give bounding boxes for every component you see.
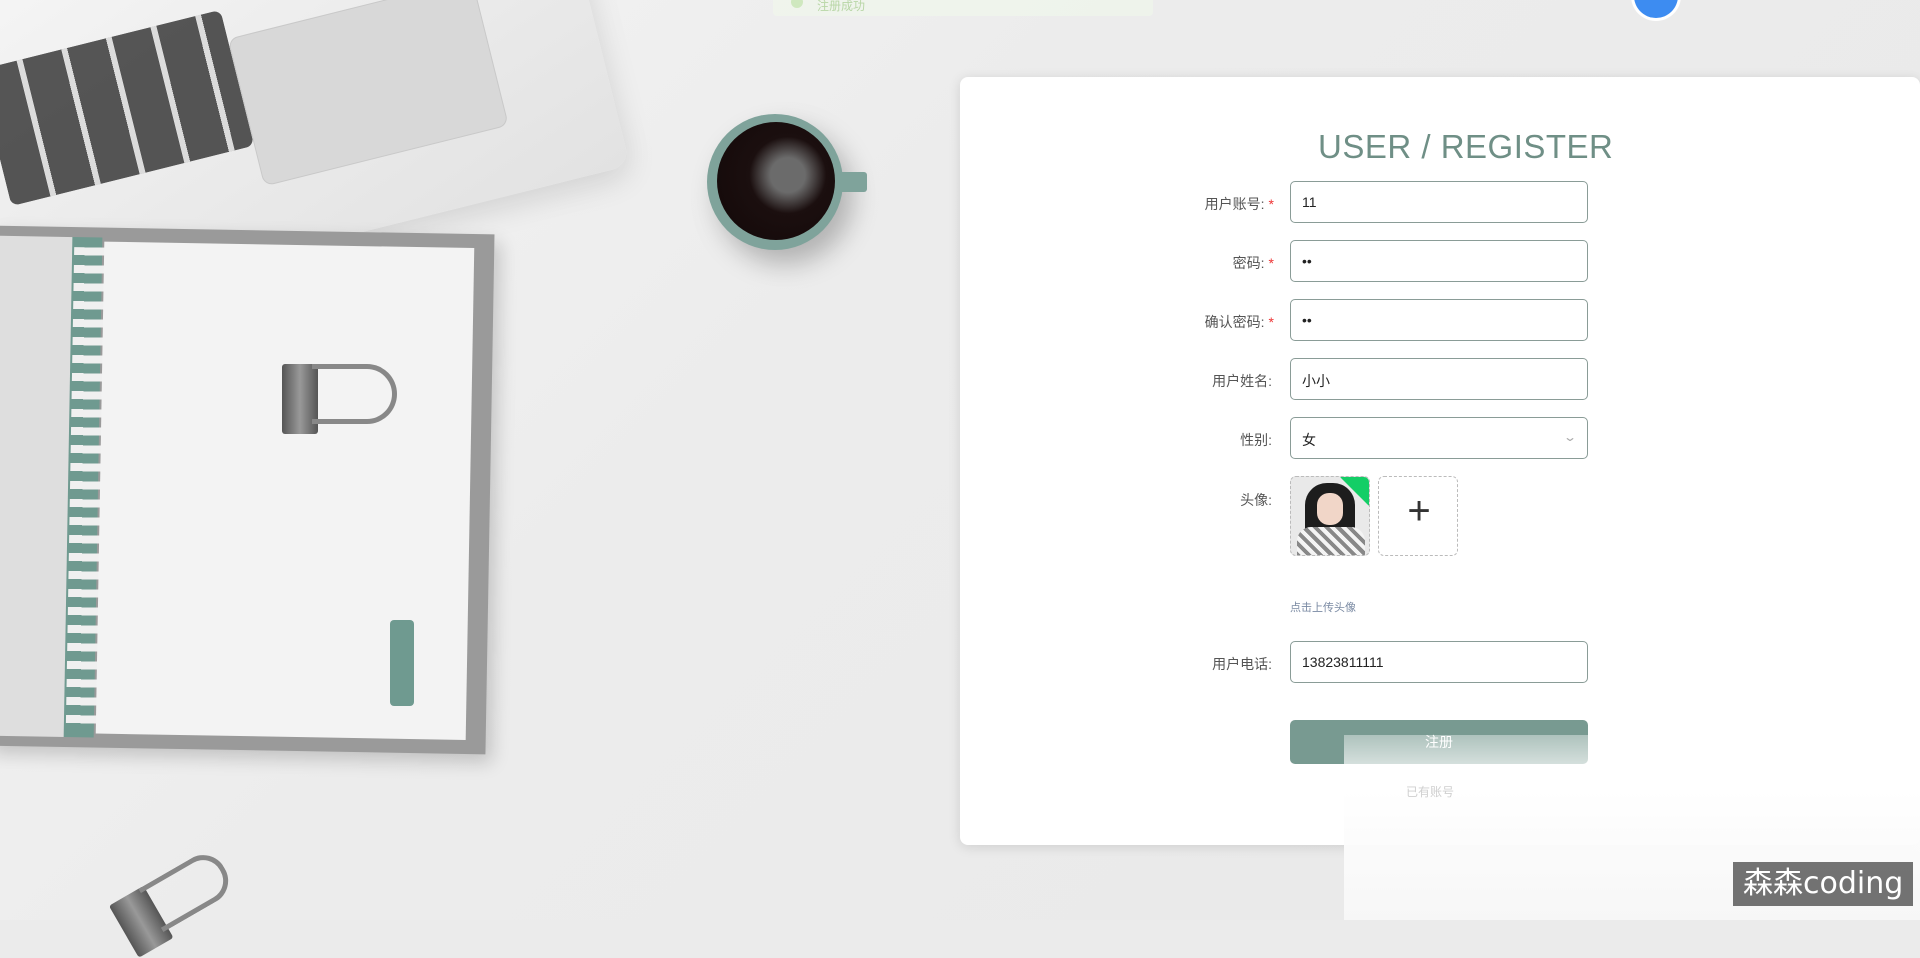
- coffee-cup-decoration: [707, 114, 867, 250]
- required-mark: *: [1268, 314, 1274, 330]
- confirm-password-label-text: 确认密码:: [1204, 314, 1265, 330]
- phone-label-text: 用户电话:: [1212, 656, 1272, 672]
- confirm-password-label: 确认密码: *: [1054, 312, 1274, 332]
- account-value: 11: [1302, 194, 1317, 210]
- gender-label: 性别:: [1052, 430, 1272, 450]
- eraser-decoration: [390, 620, 414, 706]
- phone-input[interactable]: 13823811111: [1290, 641, 1588, 683]
- name-label-text: 用户姓名:: [1212, 373, 1272, 389]
- confirm-password-value: ••: [1302, 312, 1312, 328]
- required-mark: *: [1268, 196, 1274, 212]
- name-label: 用户姓名:: [1052, 371, 1272, 391]
- coffee: [717, 122, 835, 240]
- gender-select[interactable]: 女 ⌄: [1290, 417, 1588, 459]
- avatar-face: [1317, 493, 1343, 525]
- avatar-shirt: [1297, 527, 1365, 555]
- cup-handle: [839, 172, 867, 192]
- avatar-preview[interactable]: [1290, 476, 1370, 556]
- keyboard-decoration: [0, 9, 255, 207]
- binder-clip-decoration: [282, 356, 397, 436]
- page-title: USER / REGISTER: [1318, 128, 1614, 165]
- gender-label-text: 性别:: [1240, 432, 1272, 448]
- password-value: ••: [1302, 253, 1312, 269]
- account-label: 用户账号: *: [1054, 194, 1274, 214]
- phone-value: 13823811111: [1302, 654, 1384, 670]
- clip-wire: [312, 364, 397, 424]
- notebook-page-right: [95, 241, 475, 740]
- name-input[interactable]: 小小: [1290, 358, 1588, 400]
- notebook-decoration: [0, 225, 495, 755]
- toast-text: 注册成功: [817, 0, 866, 13]
- chevron-down-icon: ⌄: [1562, 430, 1578, 444]
- account-input[interactable]: 11: [1290, 181, 1588, 223]
- name-value: 小小: [1302, 373, 1330, 389]
- login-link[interactable]: 已有账号: [1406, 783, 1454, 800]
- success-check-icon: [791, 0, 803, 8]
- plus-icon: +: [1407, 489, 1431, 533]
- phone-label: 用户电话:: [1052, 654, 1272, 674]
- notebook-page-left: [0, 235, 75, 737]
- trackpad-decoration: [227, 0, 509, 187]
- avatar-label-text: 头像:: [1240, 492, 1272, 508]
- avatar-hint: 点击上传头像: [1290, 602, 1356, 614]
- password-label-text: 密码:: [1232, 255, 1265, 271]
- account-label-text: 用户账号:: [1204, 196, 1265, 212]
- watermark: 森森coding: [1733, 862, 1914, 906]
- password-input[interactable]: ••: [1290, 240, 1588, 282]
- avatar-upload-button[interactable]: +: [1378, 476, 1458, 556]
- confirm-password-input[interactable]: ••: [1290, 299, 1588, 341]
- gender-value: 女: [1302, 432, 1316, 448]
- success-toast: 注册成功: [773, 0, 1153, 16]
- avatar-label: 头像:: [1052, 490, 1272, 510]
- password-label: 密码: *: [1054, 253, 1274, 273]
- required-mark: *: [1268, 255, 1274, 271]
